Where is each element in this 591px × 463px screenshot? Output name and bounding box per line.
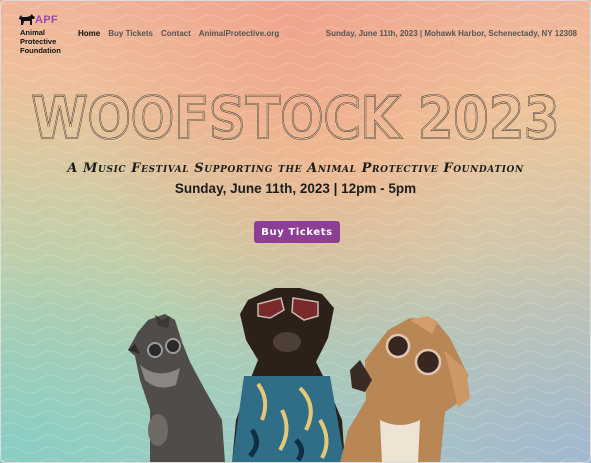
dogs-photo <box>128 288 470 463</box>
dog-silhouette-icon <box>19 14 35 25</box>
event-date-location: Sunday, June 11th, 2023 | Mohawk Harbor,… <box>325 29 577 38</box>
apf-logo[interactable]: APF Animal Protective Foundation <box>18 14 70 56</box>
page-title: WOOFSTOCK 2023 WOOFSTOCK 2023 <box>31 86 561 148</box>
logo-abbreviation: APF <box>35 14 58 26</box>
right-dog-image <box>340 316 470 463</box>
hero-subtitle: A Music Festival Supporting the Animal P… <box>67 161 524 176</box>
logo-name: Animal Protective Foundation <box>20 28 61 55</box>
schnauzer-image <box>128 314 225 463</box>
title-inner-stroke: WOOFSTOCK 2023 <box>32 86 560 148</box>
nav-animalprotective-link[interactable]: AnimalProtective.org <box>199 29 279 38</box>
nav-home[interactable]: Home <box>78 29 100 38</box>
center-dog-image <box>232 288 345 463</box>
buy-tickets-button[interactable]: Buy Tickets <box>254 221 340 243</box>
main-nav: Home Buy Tickets Contact AnimalProtectiv… <box>78 29 279 38</box>
nav-contact[interactable]: Contact <box>161 29 191 38</box>
nav-buy-tickets[interactable]: Buy Tickets <box>108 29 153 38</box>
hero-date-time: Sunday, June 11th, 2023 | 12pm - 5pm <box>174 181 417 196</box>
